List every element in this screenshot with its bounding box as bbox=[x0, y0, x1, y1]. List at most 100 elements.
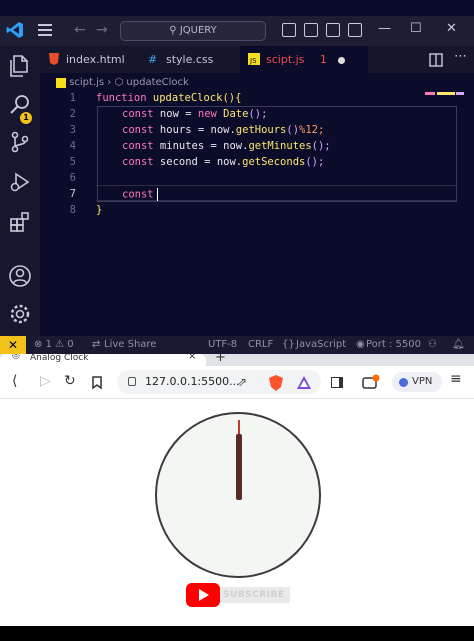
notifications-bell-icon[interactable]: 🔔︎ bbox=[452, 336, 465, 354]
code-function: getMinutes bbox=[248, 140, 312, 152]
maximize-icon[interactable]: ☐ bbox=[410, 21, 422, 36]
code-keyword: const bbox=[122, 124, 154, 136]
menu-icon[interactable]: ≡ bbox=[450, 371, 462, 387]
code-var: minutes = now. bbox=[153, 140, 249, 152]
text-cursor bbox=[156, 188, 159, 201]
menu-icon[interactable] bbox=[38, 24, 52, 36]
breadcrumb-file[interactable]: scipt.js bbox=[69, 77, 104, 88]
browser-tab-strip: ◎ Analog Clock × + bbox=[0, 354, 474, 366]
code-keyword: const bbox=[122, 156, 154, 168]
js-file-icon bbox=[56, 78, 66, 88]
source-control-icon[interactable] bbox=[8, 130, 32, 154]
code-punct: (); bbox=[248, 108, 268, 120]
hour-hand bbox=[236, 434, 242, 500]
vpn-button[interactable]: VPN bbox=[392, 372, 442, 392]
css-file-icon: # bbox=[148, 53, 157, 65]
breadcrumb-symbol[interactable]: updateClock bbox=[126, 77, 188, 88]
code-punct: () bbox=[286, 124, 300, 136]
customize-layout-icon[interactable] bbox=[348, 23, 362, 37]
eol-indicator[interactable]: CRLF bbox=[248, 336, 273, 354]
js-file-icon: JS bbox=[248, 53, 260, 65]
youtube-subscribe-overlay[interactable]: SUBSCRIBE bbox=[186, 583, 290, 607]
bookmark-icon[interactable] bbox=[92, 376, 102, 389]
minimap[interactable] bbox=[425, 92, 469, 102]
wallet-icon[interactable] bbox=[362, 374, 380, 390]
forward-arrow-icon[interactable]: → bbox=[96, 22, 108, 38]
code-function: getSeconds bbox=[242, 156, 306, 168]
breadcrumb-separator: › bbox=[107, 77, 112, 88]
share-icon[interactable]: ⇗ bbox=[237, 370, 247, 394]
unsaved-dot-icon[interactable] bbox=[338, 56, 346, 64]
toggle-panel-icon[interactable] bbox=[304, 23, 318, 37]
tab-index-html[interactable]: index.html bbox=[40, 46, 134, 73]
toggle-secondary-sidebar-icon[interactable] bbox=[326, 23, 340, 37]
browser-tab[interactable]: ◎ Analog Clock × bbox=[0, 354, 206, 366]
run-debug-icon[interactable] bbox=[8, 170, 32, 194]
site-info-icon[interactable] bbox=[128, 377, 136, 386]
feedback-icon[interactable]: ⚇ bbox=[428, 336, 437, 354]
code-editor[interactable]: 1 2 3 4 5 6 7 8 function updateClock(){ … bbox=[40, 90, 474, 336]
reload-icon[interactable]: ↻ bbox=[64, 373, 76, 389]
live-share-button[interactable]: Live Share bbox=[104, 336, 156, 354]
vpn-status-icon bbox=[399, 378, 408, 387]
minimize-icon[interactable]: — bbox=[378, 21, 391, 36]
code-line-1: function updateClock(){ bbox=[96, 92, 241, 104]
symbol-icon: ⬡ bbox=[114, 77, 124, 88]
close-window-icon[interactable]: ✕ bbox=[446, 21, 457, 36]
split-editor-icon[interactable] bbox=[429, 53, 443, 67]
code-keyword: const bbox=[122, 188, 154, 201]
browser-toolbar: ⟨ ▷ ↻ 127.0.0.1:5500... ⇗ VPN ≡ bbox=[0, 366, 474, 399]
code-punct: (); bbox=[305, 156, 325, 168]
youtube-play-icon bbox=[186, 583, 220, 607]
browser-window: ◎ Analog Clock × + ⟨ ▷ ↻ 127.0.0.1:5500.… bbox=[0, 354, 474, 626]
status-bar: ✕ ⊗ 1 ⚠ 0 ⇄ Live Share UTF-8 CRLF {} Jav… bbox=[0, 336, 474, 354]
settings-gear-icon[interactable] bbox=[8, 302, 32, 326]
forward-icon[interactable]: ▷ bbox=[40, 373, 51, 389]
vscode-logo-icon bbox=[6, 22, 23, 38]
code-line-3: const hours = now.getHours()%12; bbox=[122, 124, 324, 136]
live-share-icon[interactable]: ⇄ bbox=[92, 336, 100, 354]
account-icon[interactable] bbox=[8, 264, 32, 288]
tab-style-css[interactable]: # style.css bbox=[140, 46, 238, 73]
svg-text:JS: JS bbox=[249, 57, 257, 65]
more-actions-icon[interactable]: ⋯ bbox=[454, 49, 467, 64]
back-arrow-icon[interactable]: ← bbox=[74, 22, 86, 38]
problems-indicator[interactable]: ⊗ 1 ⚠ 0 bbox=[34, 336, 74, 354]
code-keyword: const bbox=[122, 108, 154, 120]
brave-shield-icon[interactable] bbox=[268, 374, 284, 392]
address-bar[interactable]: 127.0.0.1:5500... ⇗ bbox=[117, 370, 321, 394]
sidebar-icon[interactable] bbox=[331, 377, 343, 388]
language-indicator[interactable]: JavaScript bbox=[296, 336, 346, 354]
code-line-8: } bbox=[96, 204, 102, 216]
vpn-label: VPN bbox=[412, 376, 433, 387]
line-number: 1 bbox=[69, 92, 76, 104]
explorer-icon[interactable] bbox=[8, 54, 32, 78]
search-icon[interactable] bbox=[8, 92, 32, 116]
live-server-port[interactable]: Port : 5500 bbox=[366, 336, 421, 354]
tab-script-js[interactable]: JS scipt.js 1 bbox=[240, 46, 368, 73]
extensions-icon[interactable] bbox=[8, 210, 32, 234]
encoding-indicator[interactable]: UTF-8 bbox=[208, 336, 237, 354]
close-tab-icon[interactable]: × bbox=[188, 354, 196, 362]
code-line-2: const now = new Date(); bbox=[122, 108, 267, 120]
activity-bar: 1 bbox=[0, 46, 40, 336]
new-tab-button[interactable]: + bbox=[215, 354, 226, 365]
port-icon: ◉ bbox=[356, 339, 365, 350]
code-punct: } bbox=[96, 204, 103, 216]
globe-icon: ◎ bbox=[12, 354, 20, 361]
code-function: updateClock bbox=[152, 92, 223, 104]
code-line-4: const minutes = now.getMinutes(); bbox=[122, 140, 331, 152]
line-number: 5 bbox=[69, 156, 76, 168]
svg-text:#: # bbox=[148, 53, 157, 65]
browser-tab-title: Analog Clock bbox=[30, 354, 89, 363]
code-var: hours = now. bbox=[153, 124, 236, 136]
code-line-5: const second = now.getSeconds(); bbox=[122, 156, 324, 168]
command-center-search[interactable]: ⚲ JQUERY bbox=[120, 21, 266, 41]
code-number: %12; bbox=[299, 124, 325, 136]
title-bar: ← → ⚲ JQUERY — ☐ ✕ bbox=[0, 16, 474, 46]
brave-rewards-icon[interactable] bbox=[296, 375, 312, 390]
html-file-icon bbox=[49, 53, 59, 65]
remote-indicator-icon[interactable]: ✕ bbox=[0, 336, 26, 354]
toggle-sidebar-icon[interactable] bbox=[282, 23, 296, 37]
back-icon[interactable]: ⟨ bbox=[12, 373, 17, 389]
